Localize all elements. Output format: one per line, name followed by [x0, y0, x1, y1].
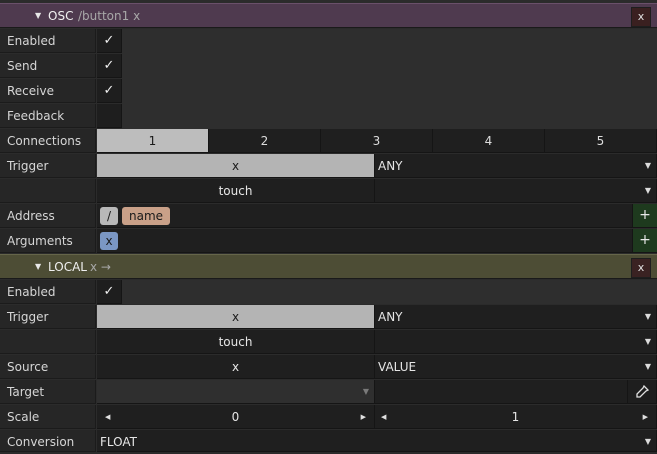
osc-trigger-label: Trigger: [0, 154, 96, 178]
source-label: Source: [0, 355, 96, 379]
local-subtitle: x →: [90, 260, 111, 274]
address-label: Address: [0, 204, 96, 228]
osc-trigger-mode-text: ANY: [378, 159, 403, 173]
connections-label: Connections: [0, 129, 96, 153]
osc-trigger-event-select[interactable]: ▼: [375, 179, 657, 203]
eyedropper-icon[interactable]: [628, 380, 657, 404]
osc-trigger-event[interactable]: touch: [97, 179, 375, 203]
chevron-down-icon: ▼: [644, 161, 651, 170]
osc-enabled-checkbox[interactable]: ✓: [97, 29, 122, 53]
collapse-triangle-icon[interactable]: ▼: [35, 11, 41, 20]
connection-tab-3[interactable]: 3: [321, 129, 433, 153]
arrow-left-icon[interactable]: ◀: [381, 405, 386, 429]
local-enabled-label: Enabled: [0, 280, 96, 304]
local-close-button[interactable]: x: [631, 258, 651, 278]
source-mode-text: VALUE: [378, 360, 417, 374]
address-token-slash[interactable]: /: [100, 207, 118, 225]
connection-tab-5[interactable]: 5: [545, 129, 657, 153]
connection-tab-4[interactable]: 4: [433, 129, 545, 153]
arrow-left-icon[interactable]: ◀: [105, 405, 110, 429]
target-label: Target: [0, 380, 96, 404]
local-trigger-label: Trigger: [0, 305, 96, 329]
address-token-name[interactable]: name: [122, 207, 170, 225]
local-trigger-mode-text: ANY: [378, 310, 403, 324]
target-property-field[interactable]: [375, 380, 628, 404]
address-add-button[interactable]: +: [633, 204, 657, 228]
osc-send-checkbox[interactable]: ✓: [97, 54, 122, 78]
osc-empty-panel: [122, 29, 657, 129]
arguments-field[interactable]: x: [97, 229, 633, 253]
local-trigger-mode-select[interactable]: ANY ▼: [375, 305, 657, 329]
arguments-label: Arguments: [0, 229, 96, 253]
conversion-label: Conversion: [0, 430, 96, 452]
local-trigger-value[interactable]: x: [97, 305, 375, 329]
osc-enabled-label: Enabled: [0, 29, 96, 53]
local-section-header[interactable]: ▼ LOCAL x → x: [0, 254, 657, 279]
chevron-down-icon: ▼: [644, 337, 651, 346]
arguments-add-button[interactable]: +: [633, 229, 657, 253]
osc-receive-checkbox[interactable]: ✓: [97, 79, 122, 103]
source-value[interactable]: x: [97, 355, 375, 379]
osc-title: OSC: [48, 9, 74, 23]
chevron-down-icon: ▼: [644, 362, 651, 371]
osc-feedback-checkbox[interactable]: [97, 104, 122, 128]
connection-tab-2[interactable]: 2: [209, 129, 321, 153]
local-enabled-checkbox[interactable]: ✓: [97, 280, 122, 304]
osc-section-header[interactable]: ▼ OSC /button1 x x: [0, 3, 657, 28]
local-trigger-event-select[interactable]: ▼: [375, 330, 657, 354]
osc-subtitle: /button1 x: [78, 9, 141, 23]
connection-tab-1[interactable]: 1: [97, 129, 209, 153]
collapse-triangle-icon[interactable]: ▼: [35, 262, 41, 271]
scale-label: Scale: [0, 405, 96, 429]
osc-trigger-value[interactable]: x: [97, 154, 375, 178]
target-select[interactable]: ▼: [97, 380, 375, 404]
scale-min-value: 0: [231, 410, 240, 424]
local-title: LOCAL: [48, 260, 87, 274]
local-trigger-event[interactable]: touch: [97, 330, 375, 354]
local-empty-panel: [122, 280, 657, 304]
osc-receive-label: Receive: [0, 79, 96, 103]
chevron-down-icon: ▼: [644, 312, 651, 321]
chevron-down-icon: ▼: [644, 437, 651, 446]
address-field[interactable]: / name: [97, 204, 633, 228]
local-trigger-event-label-spacer: [0, 330, 96, 354]
conversion-value: FLOAT: [100, 435, 138, 449]
conversion-select[interactable]: FLOAT ▼: [97, 430, 657, 452]
source-mode-select[interactable]: VALUE ▼: [375, 355, 657, 379]
chevron-down-icon: ▼: [362, 387, 369, 396]
osc-trigger-mode-select[interactable]: ANY ▼: [375, 154, 657, 178]
osc-trigger-event-label-spacer: [0, 179, 96, 203]
scale-max-value: 1: [511, 410, 520, 424]
scale-min-field[interactable]: ◀ 0 ▶: [97, 405, 375, 429]
chevron-down-icon: ▼: [644, 186, 651, 195]
argument-token-x[interactable]: x: [100, 232, 118, 250]
scale-max-field[interactable]: ◀ 1 ▶: [375, 405, 657, 429]
arrow-right-icon[interactable]: ▶: [361, 405, 366, 429]
osc-close-button[interactable]: x: [631, 7, 651, 27]
arrow-right-icon[interactable]: ▶: [643, 405, 648, 429]
osc-feedback-label: Feedback: [0, 104, 96, 128]
osc-send-label: Send: [0, 54, 96, 78]
